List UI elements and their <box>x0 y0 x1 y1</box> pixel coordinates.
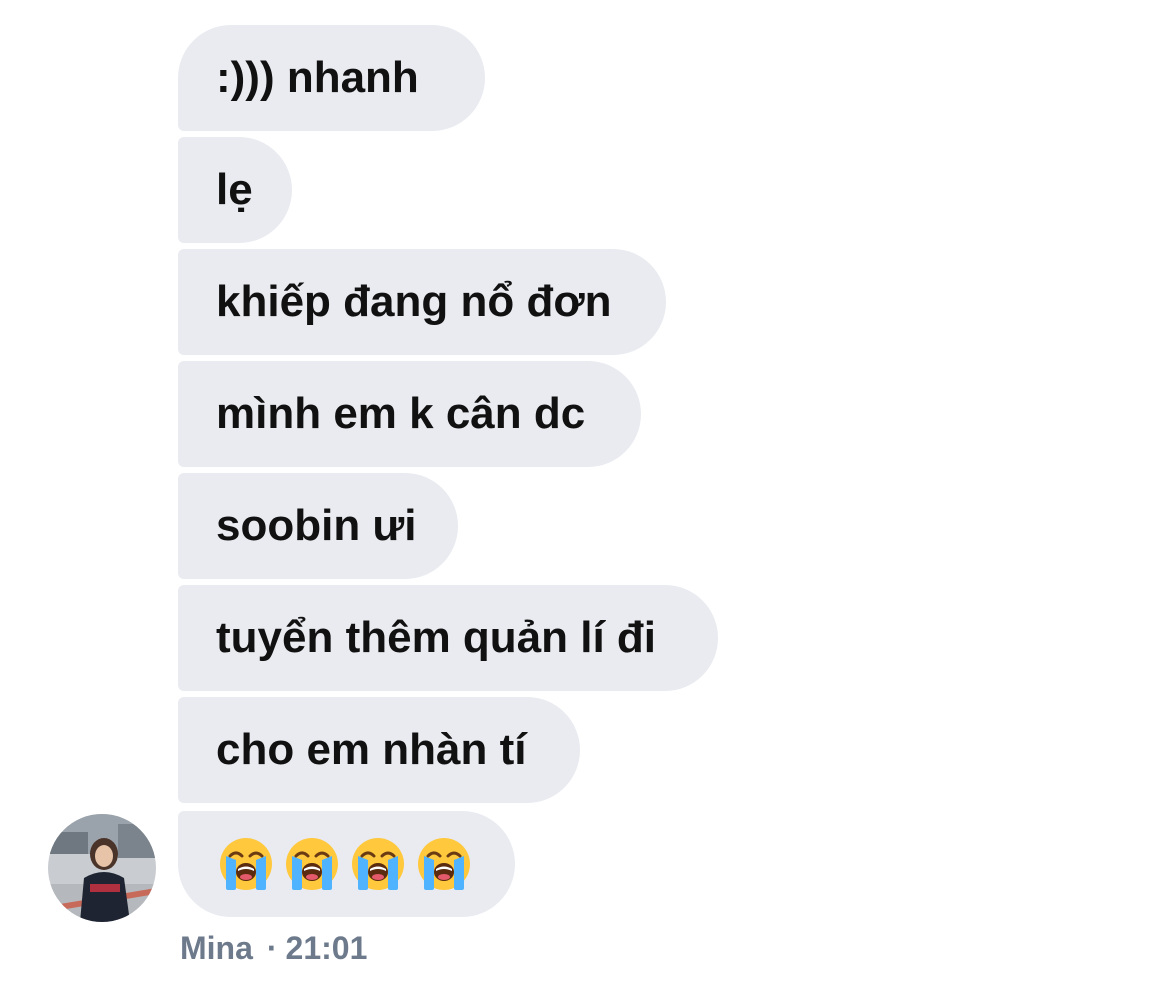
message-bubble[interactable]: khiếp đang nổ đơn <box>178 249 666 355</box>
message-bubble[interactable]: :))) nhanh <box>178 25 485 131</box>
message-bubble[interactable]: mình em k cân dc <box>178 361 641 467</box>
message-meta: Mina · 21:01 <box>180 930 367 967</box>
message-text: :))) nhanh <box>216 53 419 102</box>
emoji-row <box>218 811 515 917</box>
loudly-crying-face-icon <box>352 838 404 890</box>
avatar[interactable] <box>48 814 156 922</box>
emoji-message-bubble[interactable] <box>178 811 515 917</box>
message-thread: :))) nhanh lẹ khiếp đang nổ đơn mình em … <box>0 0 1170 984</box>
message-bubble[interactable]: cho em nhàn tí <box>178 697 580 803</box>
message-bubble[interactable]: lẹ <box>178 137 292 243</box>
loudly-crying-face-icon <box>220 838 272 890</box>
sender-name: Mina <box>180 930 253 966</box>
loudly-crying-face-icon <box>286 838 338 890</box>
message-bubble[interactable]: tuyển thêm quản lí đi <box>178 585 718 691</box>
message-text: cho em nhàn tí <box>216 725 527 774</box>
message-text: khiếp đang nổ đơn <box>216 277 612 326</box>
loudly-crying-face-icon <box>418 838 470 890</box>
meta-separator: · <box>266 930 278 966</box>
message-text: mình em k cân dc <box>216 389 586 438</box>
message-text: lẹ <box>216 165 253 214</box>
message-text: soobin ưi <box>216 501 417 550</box>
timestamp: 21:01 <box>285 930 368 966</box>
message-text: tuyển thêm quản lí đi <box>216 613 657 662</box>
avatar-photo <box>48 814 156 922</box>
message-bubble[interactable]: soobin ưi <box>178 473 458 579</box>
